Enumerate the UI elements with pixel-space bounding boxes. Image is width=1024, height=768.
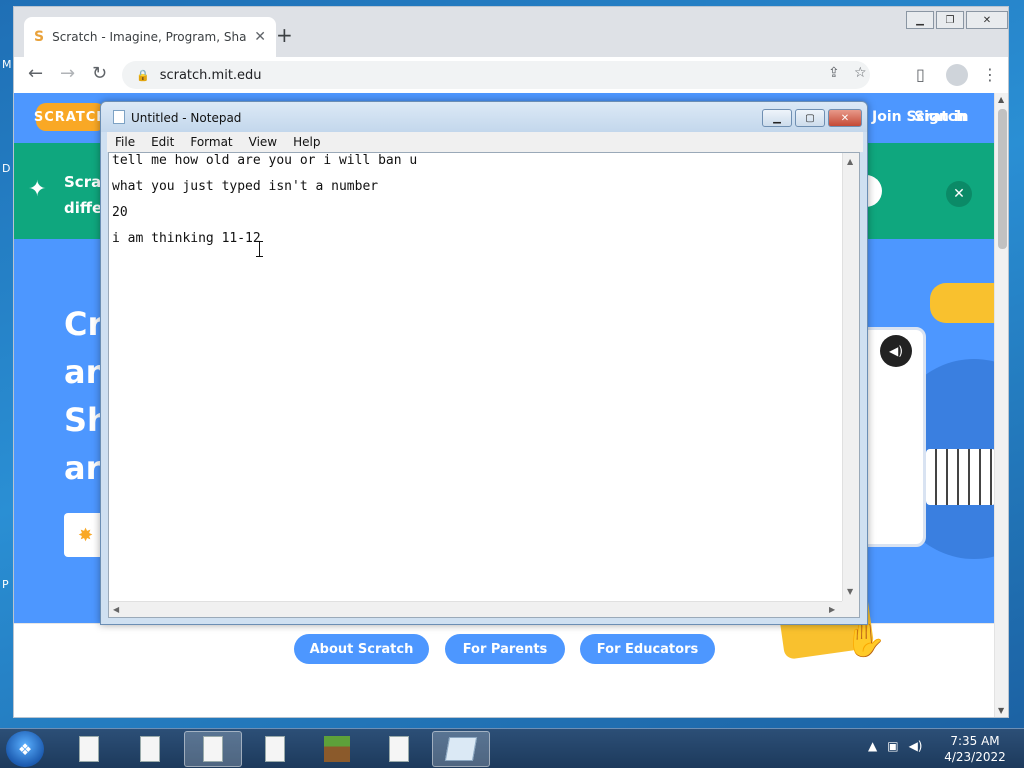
- chrome-window-controls: ▁ ❐ ✕: [906, 11, 1008, 29]
- browser-tab[interactable]: S Scratch - Imagine, Program, Sha ✕: [24, 17, 276, 57]
- speaker-icon[interactable]: ◀): [880, 335, 912, 367]
- taskbar-document-item[interactable]: [246, 731, 304, 767]
- taskbar-document-item[interactable]: [60, 731, 118, 767]
- menu-file[interactable]: File: [107, 135, 143, 149]
- for-parents-button[interactable]: For Parents: [445, 634, 565, 664]
- close-button[interactable]: ✕: [828, 109, 862, 127]
- desktop-icon-label: P: [2, 578, 9, 591]
- document-icon: [389, 736, 409, 762]
- close-button[interactable]: ✕: [966, 11, 1008, 29]
- clock-date: 4/23/2022: [944, 750, 1006, 764]
- text-line: tell me how old are you or i will ban u: [112, 153, 418, 168]
- chrome-titlebar: S Scratch - Imagine, Program, Sha ✕ + ▁ …: [14, 7, 1008, 57]
- scroll-down-arrow-icon[interactable]: ▼: [998, 706, 1004, 715]
- side-panel-icon[interactable]: ▯: [916, 65, 925, 84]
- text-line: i am thinking 11-12: [112, 231, 261, 246]
- volume-icon[interactable]: ◀): [909, 739, 923, 753]
- document-icon: [140, 736, 160, 762]
- scratch-favicon-icon: S: [34, 29, 45, 45]
- bookmark-star-icon[interactable]: ☆: [854, 65, 867, 81]
- banner-close-icon[interactable]: ✕: [946, 181, 972, 207]
- notepad-menubar: File Edit Format View Help: [107, 132, 863, 152]
- menu-format[interactable]: Format: [182, 135, 240, 149]
- minimize-button[interactable]: ▁: [906, 11, 934, 29]
- taskbar-notepad-item[interactable]: [432, 731, 490, 767]
- footer-links: ✋ About Scratch For Parents For Educator…: [14, 578, 994, 717]
- maximize-button[interactable]: ❐: [936, 11, 964, 29]
- document-icon: [265, 736, 285, 762]
- page-scrollbar[interactable]: ▲ ▼: [994, 93, 1008, 717]
- url-text: scratch.mit.edu: [159, 67, 262, 83]
- about-scratch-button[interactable]: About Scratch: [294, 634, 429, 664]
- taskbar-document-item[interactable]: [184, 731, 242, 767]
- system-tray: ▲ ▣ ◀): [868, 739, 923, 753]
- scroll-up-arrow-icon[interactable]: ▲: [847, 157, 853, 166]
- piano-illustration: [926, 449, 994, 505]
- taskbar-document-item[interactable]: [370, 731, 428, 767]
- new-tab-button[interactable]: +: [276, 23, 293, 47]
- text-line: what you just typed isn't a number: [112, 179, 379, 194]
- document-icon: [79, 736, 99, 762]
- waving-hand-icon: ✋: [844, 620, 887, 660]
- notepad-title: Untitled - Notepad: [131, 111, 242, 125]
- maximize-button[interactable]: ▢: [795, 109, 825, 127]
- back-arrow-icon[interactable]: ←: [28, 63, 43, 84]
- forward-arrow-icon[interactable]: →: [60, 63, 75, 84]
- close-tab-icon[interactable]: ✕: [254, 29, 266, 45]
- reload-icon[interactable]: ↻: [92, 63, 107, 84]
- size-grip[interactable]: [842, 601, 859, 617]
- text-cursor-icon: [256, 241, 263, 257]
- clock[interactable]: 7:35 AM 4/23/2022: [940, 733, 1010, 765]
- text-line: 20: [112, 205, 128, 220]
- start-button[interactable]: ❖: [6, 731, 44, 767]
- notepad-icon: [444, 737, 478, 761]
- sparkle-icon: ✦: [28, 177, 47, 202]
- scroll-left-arrow-icon[interactable]: ◀: [113, 605, 119, 614]
- sign-in-link[interactable]: Sign in: [914, 109, 969, 125]
- menu-kebab-icon[interactable]: ⋮: [982, 65, 998, 84]
- clock-time: 7:35 AM: [950, 734, 1000, 748]
- notepad-text-area[interactable]: tell me how old are you or i will ban u …: [108, 152, 860, 618]
- horizontal-scrollbar[interactable]: ◀ ▶: [109, 601, 842, 617]
- minimize-button[interactable]: ▁: [762, 109, 792, 127]
- decorative-shape: [930, 283, 994, 323]
- address-bar[interactable]: 🔒 scratch.mit.edu ⇪ ☆: [122, 61, 870, 89]
- scroll-thumb[interactable]: [998, 109, 1007, 249]
- lock-icon: 🔒: [136, 68, 150, 82]
- desktop-icon-label: M: [2, 58, 12, 71]
- document-icon: [203, 736, 223, 762]
- notepad-icon: [113, 110, 125, 124]
- show-hidden-icons-icon[interactable]: ▲: [868, 739, 877, 753]
- taskbar: ❖ ▲ ▣ ◀) 7:35 AM 4/23/2022: [0, 728, 1024, 768]
- scroll-right-arrow-icon[interactable]: ▶: [829, 605, 835, 614]
- for-educators-button[interactable]: For Educators: [580, 634, 715, 664]
- share-icon[interactable]: ⇪: [828, 65, 840, 81]
- minecraft-icon: [324, 736, 350, 762]
- scroll-up-arrow-icon[interactable]: ▲: [998, 95, 1004, 104]
- profile-avatar[interactable]: [946, 64, 968, 86]
- menu-view[interactable]: View: [241, 135, 285, 149]
- scratch-logo[interactable]: SCRATCH: [34, 103, 107, 131]
- network-icon[interactable]: ▣: [887, 739, 898, 753]
- scroll-down-arrow-icon[interactable]: ▼: [847, 587, 853, 596]
- menu-edit[interactable]: Edit: [143, 135, 182, 149]
- taskbar-document-item[interactable]: [121, 731, 179, 767]
- tab-title: Scratch - Imagine, Program, Sha: [52, 30, 247, 44]
- notepad-titlebar[interactable]: Untitled - Notepad ▁ ▢ ✕: [101, 102, 867, 132]
- chrome-toolbar: ← → ↻ 🔒 scratch.mit.edu ⇪ ☆ ▯ ⋮: [14, 57, 1008, 93]
- desktop-icon-label: D: [2, 162, 11, 175]
- vertical-scrollbar[interactable]: ▲ ▼: [842, 153, 859, 601]
- taskbar-minecraft-item[interactable]: [308, 731, 366, 767]
- notepad-window: Untitled - Notepad ▁ ▢ ✕ File Edit Forma…: [100, 101, 868, 625]
- menu-help[interactable]: Help: [285, 135, 328, 149]
